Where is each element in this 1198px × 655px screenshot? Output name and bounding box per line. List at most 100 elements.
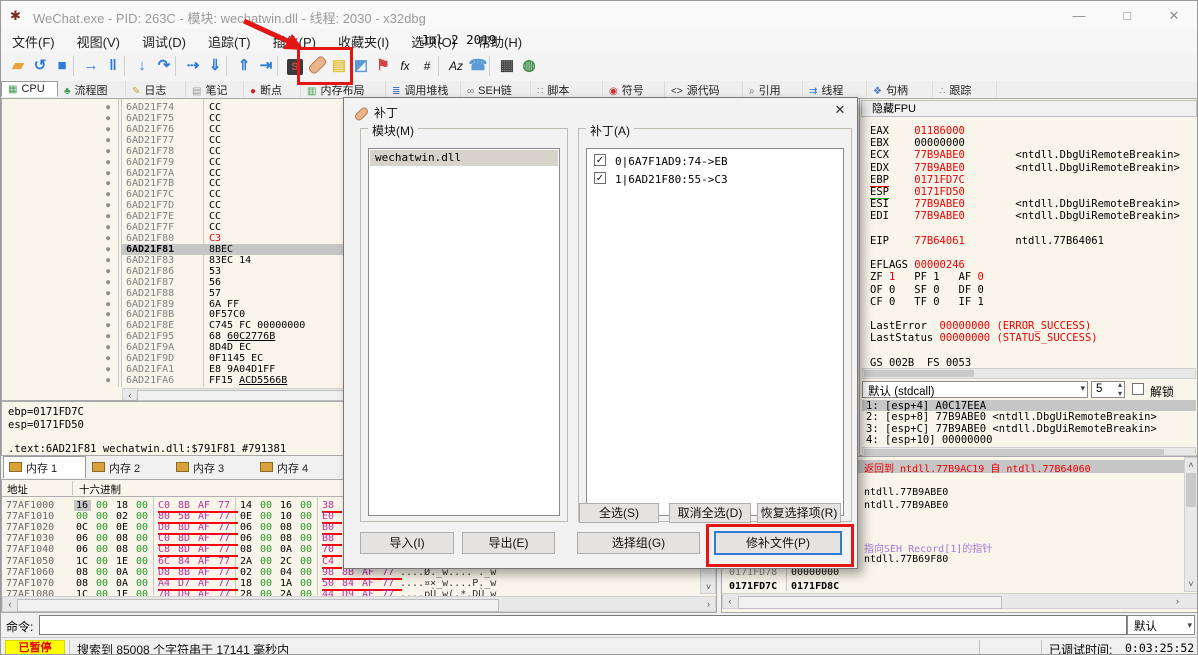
patch-list-item[interactable]: ✓ 1|6AD21F80:55->C3 — [587, 171, 843, 188]
hide-fpu-button[interactable]: 隐藏FPU — [861, 100, 1197, 117]
scroll-down-icon[interactable]: ˅ — [702, 581, 715, 593]
calling-convention-combo[interactable]: 默认 (stdcall) ▾ — [862, 381, 1088, 398]
register-line[interactable]: EAX 01186000 — [870, 125, 965, 137]
select-group-button[interactable]: 选择组(G) — [577, 532, 700, 554]
argument-row[interactable]: 2: [esp+8] 77B9ABE0 <ntdll.DbgUiRemoteBr… — [866, 411, 1157, 423]
export-button[interactable]: 导出(E) — [462, 532, 555, 554]
command-input[interactable] — [39, 615, 1127, 635]
register-line[interactable]: ECX 77B9ABE0 <ntdll.DbgUiRemoteBreakin> — [870, 149, 1180, 161]
argument-row[interactable]: 4: [esp+10] 00000000 — [866, 434, 992, 446]
tab-handles[interactable]: ❖ 句柄 — [867, 81, 933, 97]
register-line[interactable]: EBX 00000000 — [870, 137, 965, 149]
deselect-all-button[interactable]: 取消全选(D) — [669, 503, 751, 523]
command-profile-combo[interactable]: 默认 ▾ — [1127, 615, 1195, 635]
step-out-icon[interactable]: ⇓ — [204, 53, 226, 79]
memory-tab[interactable]: 内存 1 — [3, 456, 86, 478]
register-line[interactable]: ESI 77B9ABE0 <ntdll.DbgUiRemoteBreakin> — [870, 198, 1180, 210]
register-line[interactable]: CF 0 TF 0 IF 1 — [870, 296, 984, 308]
stack-vscrollbar[interactable]: ˄ ˅ — [1184, 457, 1197, 592]
memory-tab[interactable]: 内存 2 — [87, 457, 170, 479]
tab-call-stack[interactable]: ≣ 调用堆栈 — [386, 81, 461, 97]
register-line[interactable]: OF 0 SF 0 DF 0 — [870, 284, 984, 296]
restore-selection-button[interactable]: 恢复选择项(R) — [757, 503, 841, 523]
import-button[interactable]: 导入(I) — [360, 532, 454, 554]
hash-icon[interactable]: # — [416, 53, 438, 79]
tab-notes[interactable]: ▤ 笔记 — [186, 81, 244, 97]
module-list-item[interactable]: wechatwin.dll — [370, 150, 558, 166]
register-line[interactable]: EDX 77B9ABE0 <ntdll.DbgUiRemoteBreakin> — [870, 162, 1180, 174]
restart-icon[interactable]: ↺ — [29, 53, 51, 79]
spinner-down-icon[interactable]: ▾ — [1118, 389, 1122, 398]
registers-panel[interactable]: 隐藏FPU EAX 01186000 EBX 00000000 ECX 77B9AB… — [859, 98, 1197, 456]
register-line[interactable]: EIP 77B64061 ntdll.77B64061 — [870, 235, 1104, 247]
tab-cpu[interactable]: ▦ CPU — [1, 81, 58, 97]
patch-list-item[interactable]: ✓ 0|6A7F1AD9:74->EB — [587, 153, 843, 170]
register-line[interactable]: ZF 1 PF 1 AF 0 — [870, 271, 984, 283]
close-button[interactable]: ✕ — [1157, 7, 1191, 25]
register-line[interactable]: EFLAGS 00000246 — [870, 259, 965, 271]
step-into-icon[interactable]: ↓ — [131, 53, 153, 79]
functions-icon[interactable]: fx — [394, 53, 416, 79]
register-line[interactable]: EDI 77B9ABE0 <ntdll.DbgUiRemoteBreakin> — [870, 210, 1180, 222]
tab-script[interactable]: ∷ 脚本 — [531, 81, 603, 97]
step-over-icon[interactable]: ↷ — [153, 53, 175, 79]
stack-hscrollbar[interactable]: ‹ › — [722, 593, 1197, 609]
strings-icon[interactable]: Az — [445, 53, 467, 79]
register-line[interactable]: EBP 0171FD7C — [870, 173, 965, 187]
argument-row[interactable]: 1: [esp+4] A0C17EEA — [866, 400, 986, 412]
open-folder-icon[interactable]: ▰ — [7, 53, 29, 79]
scroll-right-icon[interactable]: › — [702, 598, 715, 611]
patch-list[interactable]: ✓ 0|6A7F1AD9:74->EB ✓ 1|6AD21F80:55->C3 — [586, 148, 844, 516]
calls-icon[interactable]: ☎ — [467, 53, 489, 79]
labels-icon[interactable]: ◩ — [350, 53, 372, 79]
register-line[interactable]: LastStatus 00000000 (STATUS_SUCCESS) — [870, 332, 1098, 344]
register-line[interactable]: GS 002B FS 0053 — [870, 357, 971, 369]
dump-hscrollbar[interactable]: ‹ › — [2, 596, 716, 612]
args-hscrollbar[interactable] — [862, 447, 1196, 456]
run-to-selection-icon[interactable]: ⇢ — [182, 53, 204, 79]
register-line[interactable]: LastError 00000000 (ERROR_SUCCESS) — [870, 320, 1091, 332]
scroll-right-icon[interactable]: › — [1171, 595, 1184, 608]
module-list[interactable]: wechatwin.dll — [368, 148, 560, 516]
spinner-up-icon[interactable]: ▴ — [1118, 380, 1122, 389]
dump-ascii: ....pÙ_w(.*.DÙ_w — [400, 588, 497, 596]
arg-count-spinner[interactable]: 5 ▴ ▾ — [1091, 380, 1125, 398]
tab-source[interactable]: <> 源代码 — [665, 81, 743, 97]
stack-row[interactable]: 0171FD7C 0171FD8C — [722, 581, 1184, 594]
scroll-down-icon[interactable]: ˅ — [1185, 578, 1197, 590]
tab-log[interactable]: ✎ 日志 — [126, 81, 186, 97]
registers-hscrollbar[interactable] — [862, 368, 1196, 379]
minimize-button[interactable]: — — [1062, 7, 1096, 25]
scroll-up-icon[interactable]: ˄ — [1185, 459, 1197, 471]
globe-icon[interactable]: ◍ — [518, 53, 540, 79]
maximize-button[interactable]: □ — [1110, 7, 1144, 25]
dialog-close-icon[interactable]: ✕ — [830, 102, 850, 118]
scroll-left-icon[interactable]: ‹ — [724, 595, 736, 608]
memory-tab[interactable]: 内存 4 — [255, 457, 338, 479]
memory-tab[interactable]: 内存 3 — [171, 457, 254, 479]
stop-icon[interactable]: ■ — [51, 53, 73, 79]
argument-row[interactable]: 3: [esp+C] 77B9ABE0 <ntdll.DbgUiRemoteBr… — [866, 423, 1157, 435]
patch-checkbox[interactable]: ✓ — [594, 172, 606, 184]
register-line[interactable]: ESP 0171FD50 — [870, 186, 965, 199]
tab-references[interactable]: ⌕ 引用 — [743, 81, 803, 97]
tab-symbols[interactable]: ◉ 符号 — [603, 81, 665, 97]
scroll-left-icon[interactable]: ‹ — [4, 598, 16, 611]
stack-row[interactable]: 0171FD78 00000000 — [722, 567, 1184, 580]
dump-row[interactable]: 77AF1070 08 00 0A 00 A4 D7 AF 77 18 00 1A 00 50 84 AF 77… — [2, 578, 696, 591]
dump-row[interactable]: 77AF1080 1C 00 1E 00 70 D9 AF 77 28 00 2A 00 44 D9 AF 77… — [2, 589, 696, 596]
tab-trace[interactable]: ∴ 跟踪 — [933, 81, 997, 97]
bookmarks-icon[interactable]: ⚑ — [372, 53, 394, 79]
unlock-checkbox[interactable] — [1132, 383, 1144, 395]
tab-graph[interactable]: ♣ 流程图 — [58, 81, 126, 97]
pause-icon[interactable]: ‖ — [102, 53, 124, 79]
tab-threads[interactable]: ⇉ 线程 — [803, 81, 867, 97]
tab-seh[interactable]: ∞ SEH链 — [461, 81, 531, 97]
run-icon[interactable]: → — [80, 53, 102, 79]
calculator-icon[interactable]: ▦ — [496, 53, 518, 79]
patch-checkbox[interactable]: ✓ — [594, 154, 606, 166]
select-all-button[interactable]: 全选(S) — [579, 503, 659, 523]
breakpoint-dot-icon: ● — [106, 266, 111, 275]
scroll-left-icon[interactable]: ‹ — [124, 389, 136, 400]
tab-breakpoints[interactable]: ● 断点 — [244, 81, 301, 97]
